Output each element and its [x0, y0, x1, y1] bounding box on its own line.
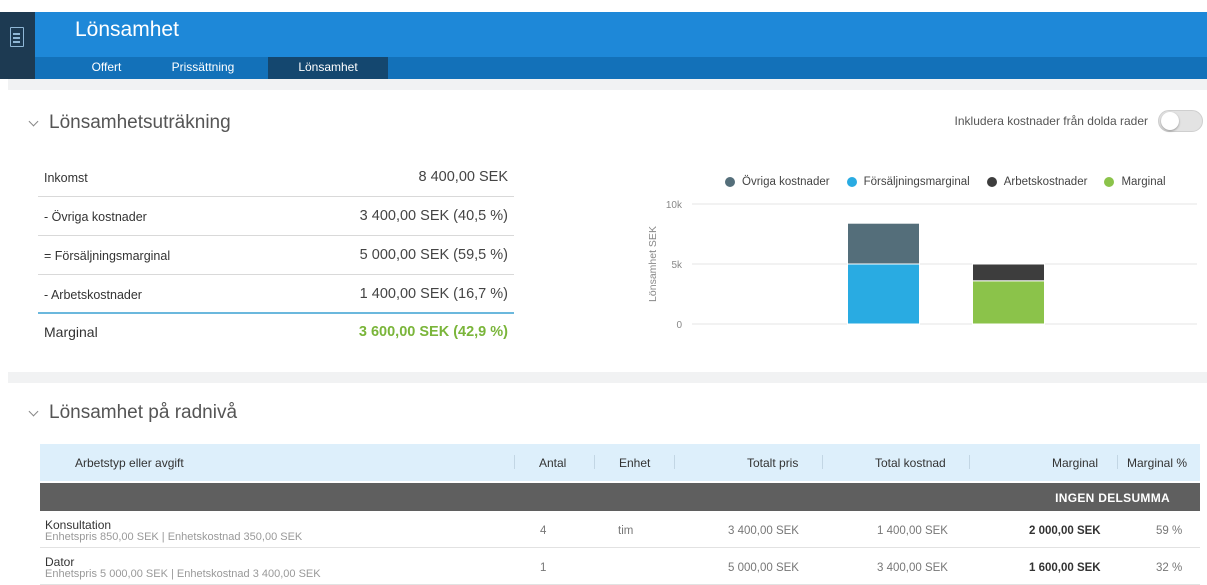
row-total-price: 3 400,00 SEK: [728, 525, 799, 537]
row-margin-pct: 59 %: [1156, 525, 1183, 537]
y-tick-label: 0: [676, 320, 682, 331]
column-header-total-price[interactable]: Totalt pris: [747, 456, 798, 470]
summary-value: 8 400,00 SEK: [418, 169, 509, 185]
table-row[interactable]: Konsultation Enhetspris 850,00 SEK | Enh…: [40, 512, 1200, 548]
summary-row-income: Inkomst 8 400,00 SEK: [38, 158, 514, 197]
summary-row-margin-total: Marginal 3 600,00 SEK (42,9 %): [38, 312, 514, 348]
line-table-header: Arbetstyp eller avgift Antal Enhet Total…: [40, 444, 1200, 481]
column-separator: [822, 455, 823, 469]
column-header-quantity[interactable]: Antal: [539, 456, 566, 470]
section-divider: [8, 372, 1207, 383]
title-bar: Lönsamhet: [35, 12, 1207, 57]
legend-swatch: [1104, 177, 1115, 187]
calculation-section-toggle[interactable]: Lönsamhetsuträkning: [28, 112, 231, 134]
column-header-unit[interactable]: Enhet: [619, 456, 650, 470]
chevron-down-icon: [28, 406, 39, 416]
hidden-rows-toggle[interactable]: [1158, 110, 1203, 132]
summary-value: 5 000,00 SEK (59,5 %): [359, 247, 508, 263]
bar-segment[interactable]: [972, 280, 1045, 325]
summary-value: 1 400,00 SEK (16,7 %): [359, 286, 508, 302]
hidden-rows-toggle-group: Inkludera kostnader från dolda rader: [955, 110, 1203, 132]
subtotal-bar[interactable]: INGEN DELSUMMA: [40, 483, 1200, 511]
profit-chart: 0 5k 10k Lönsamhet SEK: [647, 200, 1197, 331]
tab-offert[interactable]: Offert: [75, 57, 138, 79]
legend-label: Marginal: [1121, 176, 1166, 188]
legend-item[interactable]: Marginal: [1104, 176, 1166, 188]
column-separator: [674, 455, 675, 469]
document-strip: [0, 12, 35, 79]
summary-label: - Arbetskostnader: [44, 288, 142, 302]
summary-total-value: 3 600,00 SEK (42,9 %): [358, 324, 508, 340]
tab-prissattning[interactable]: Prissättning: [155, 57, 251, 79]
summary-value: 3 400,00 SEK (40,5 %): [359, 208, 508, 224]
column-header-margin[interactable]: Marginal: [1052, 456, 1098, 470]
row-margin: 1 600,00 SEK: [1029, 562, 1101, 574]
tab-lonsamhet[interactable]: Lönsamhet: [268, 57, 388, 79]
y-axis-label: Lönsamhet SEK: [647, 226, 659, 302]
page-title: Lönsamhet: [75, 18, 179, 41]
y-tick-label: 10k: [666, 200, 683, 211]
column-header-type[interactable]: Arbetstyp eller avgift: [75, 456, 184, 470]
summary-total-label: Marginal: [44, 324, 98, 340]
subtotal-label: INGEN DELSUMMA: [1055, 491, 1170, 505]
column-header-margin-pct[interactable]: Marginal %: [1127, 456, 1187, 470]
row-total-price: 5 000,00 SEK: [728, 562, 799, 574]
summary-label: - Övriga kostnader: [44, 210, 147, 224]
row-total-cost: 1 400,00 SEK: [877, 525, 948, 537]
row-quantity: 4: [540, 525, 547, 537]
chevron-down-icon: [28, 116, 39, 126]
summary-row-other-costs: - Övriga kostnader 3 400,00 SEK (40,5 %): [38, 197, 514, 236]
summary-row-labor-costs: - Arbetskostnader 1 400,00 SEK (16,7 %): [38, 275, 514, 314]
hidden-rows-toggle-label: Inkludera kostnader från dolda rader: [954, 114, 1148, 128]
y-tick-label: 5k: [671, 260, 683, 271]
summary-label: Inkomst: [44, 171, 88, 185]
row-margin: 2 000,00 SEK: [1029, 525, 1101, 537]
row-quantity: 1: [540, 562, 547, 574]
line-profit-section-toggle[interactable]: Lönsamhet på radnivå: [28, 402, 238, 424]
legend-item[interactable]: Försäljningsmarginal: [846, 176, 970, 188]
bar-segment[interactable]: [847, 222, 920, 265]
column-separator: [1117, 455, 1118, 469]
legend-swatch: [846, 177, 857, 187]
legend-label: Övriga kostnader: [742, 176, 830, 188]
row-unit: tim: [618, 525, 634, 537]
row-details: Enhetspris 850,00 SEK | Enhetskostnad 35…: [45, 531, 303, 543]
line-profit-title: Lönsamhet på radnivå: [49, 402, 238, 423]
section-divider: [8, 79, 1207, 90]
table-row[interactable]: Dator Enhetspris 5 000,00 SEK | Enhetsko…: [40, 549, 1200, 585]
legend-item[interactable]: Övriga kostnader: [725, 176, 830, 188]
summary-row-sales-margin: = Försäljningsmarginal 5 000,00 SEK (59,…: [38, 236, 514, 275]
column-separator: [969, 455, 970, 469]
bar-segment[interactable]: [972, 263, 1045, 282]
row-name: Konsultation: [45, 518, 112, 532]
legend-item[interactable]: Arbetskostnader: [986, 176, 1088, 188]
toggle-knob: [1161, 112, 1179, 130]
legend-label: Arbetskostnader: [1003, 176, 1088, 188]
bar-segment[interactable]: [847, 263, 920, 325]
row-details: Enhetspris 5 000,00 SEK | Enhetskostnad …: [45, 568, 321, 580]
row-total-cost: 3 400,00 SEK: [877, 562, 948, 574]
document-icon[interactable]: [10, 27, 24, 47]
calculation-title: Lönsamhetsuträkning: [49, 112, 231, 133]
row-margin-pct: 32 %: [1156, 562, 1183, 574]
legend-swatch: [725, 177, 735, 187]
legend-label: Försäljningsmarginal: [863, 176, 970, 188]
app-header: Lönsamhet Offert Prissättning Lönsamhet: [0, 0, 1207, 79]
row-name: Dator: [45, 555, 75, 569]
legend-swatch: [986, 177, 997, 187]
column-separator: [514, 455, 515, 469]
column-separator: [594, 455, 595, 469]
column-header-total-cost[interactable]: Total kostnad: [875, 456, 946, 470]
chart-legend: Övriga kostnader Försäljningsmarginal Ar…: [725, 176, 1183, 188]
summary-label: = Försäljningsmarginal: [44, 249, 171, 263]
tab-bar: Offert Prissättning Lönsamhet: [35, 57, 1207, 79]
